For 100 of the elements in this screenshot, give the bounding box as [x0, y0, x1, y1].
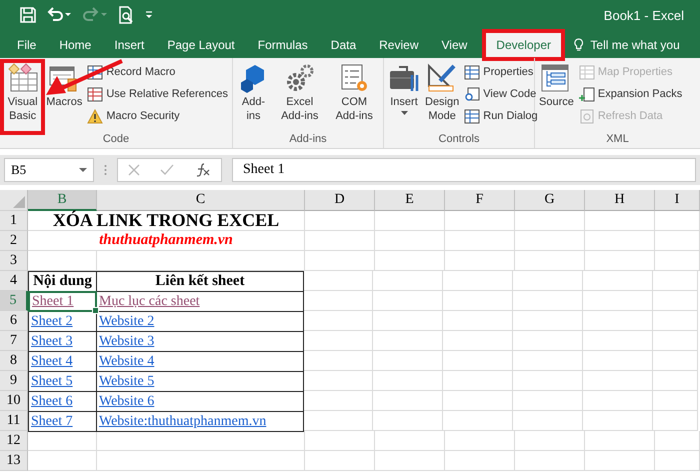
ribbon-button[interactable]: Design Mode — [423, 61, 462, 133]
ribbon-tab[interactable]: Review — [368, 32, 430, 58]
empty-cell[interactable] — [655, 431, 700, 451]
merged-cell[interactable]: XÓA LINK TRONG EXCEL — [28, 211, 305, 231]
row-header[interactable]: 4 — [0, 271, 28, 291]
table-cell[interactable]: Sheet 7 — [28, 411, 97, 432]
empty-cell[interactable] — [443, 311, 513, 331]
empty-cell[interactable] — [375, 431, 445, 451]
empty-cell[interactable] — [443, 371, 513, 391]
empty-cell[interactable] — [445, 251, 515, 271]
hyperlink[interactable]: Website 5 — [99, 374, 154, 390]
empty-cell[interactable] — [583, 411, 653, 431]
ribbon-tab[interactable]: Insert — [103, 32, 156, 58]
empty-cell[interactable] — [445, 431, 515, 451]
formula-field[interactable]: Sheet 1 — [232, 158, 696, 182]
empty-cell[interactable] — [513, 271, 583, 291]
cancel-icon[interactable] — [128, 164, 140, 176]
ribbon-button[interactable]: View Code — [462, 84, 540, 104]
empty-cell[interactable] — [653, 371, 698, 391]
ribbon-tab[interactable]: Home — [48, 32, 102, 58]
empty-cell[interactable] — [445, 231, 515, 251]
empty-cell[interactable] — [443, 331, 513, 351]
ribbon-button[interactable]: COM Add-ins — [327, 61, 381, 133]
customize-dropdown-icon[interactable] — [144, 10, 154, 20]
empty-cell[interactable] — [515, 431, 585, 451]
save-icon[interactable] — [20, 7, 36, 23]
hyperlink[interactable]: Sheet 6 — [31, 394, 73, 410]
empty-cell[interactable] — [653, 271, 698, 291]
hyperlink[interactable]: Sheet 7 — [31, 414, 73, 430]
redo-icon[interactable] — [82, 7, 108, 23]
empty-cell[interactable] — [653, 411, 698, 431]
empty-cell[interactable] — [373, 311, 443, 331]
ribbon-button[interactable]: Source — [537, 61, 576, 133]
empty-cell[interactable] — [585, 231, 655, 251]
ribbon-button[interactable]: Use Relative References — [85, 84, 230, 104]
ribbon-button[interactable]: Macro Security — [85, 106, 230, 126]
row-header[interactable]: 9 — [0, 371, 28, 391]
ribbon-tab[interactable]: View — [430, 32, 478, 58]
table-cell[interactable]: Sheet 1 — [28, 291, 97, 312]
empty-cell[interactable] — [583, 291, 653, 311]
empty-cell[interactable] — [375, 451, 445, 471]
ribbon-button[interactable]: Excel Add-ins — [272, 61, 326, 133]
empty-cell[interactable] — [583, 391, 653, 411]
empty-cell[interactable] — [97, 251, 305, 271]
empty-cell[interactable] — [515, 251, 585, 271]
ribbon-tab[interactable]: Formulas — [246, 32, 319, 58]
empty-cell[interactable] — [583, 271, 653, 291]
empty-cell[interactable] — [373, 271, 443, 291]
empty-cell[interactable] — [305, 251, 375, 271]
empty-cell[interactable] — [305, 431, 375, 451]
ribbon-button[interactable]: Expansion Packs — [576, 84, 684, 104]
empty-cell[interactable] — [443, 411, 513, 431]
hyperlink[interactable]: Sheet 3 — [31, 334, 73, 350]
empty-cell[interactable] — [303, 271, 373, 291]
row-header[interactable]: 10 — [0, 391, 28, 411]
fill-handle[interactable] — [92, 307, 99, 314]
table-cell[interactable]: Website 4 — [96, 351, 304, 372]
column-header[interactable]: F — [445, 190, 515, 211]
empty-cell[interactable] — [375, 231, 445, 251]
empty-cell[interactable] — [653, 311, 698, 331]
empty-cell[interactable] — [653, 391, 698, 411]
empty-cell[interactable] — [443, 391, 513, 411]
empty-cell[interactable] — [303, 311, 373, 331]
table-cell[interactable]: Website 2 — [96, 311, 304, 332]
hyperlink[interactable]: Sheet 1 — [32, 294, 74, 310]
ribbon-button[interactable]: Properties — [462, 62, 540, 82]
empty-cell[interactable] — [443, 291, 513, 311]
ribbon-tab[interactable]: Developer — [485, 32, 562, 58]
row-header[interactable]: 3 — [0, 251, 28, 271]
empty-cell[interactable] — [513, 291, 583, 311]
hyperlink[interactable]: Website 4 — [99, 354, 154, 370]
empty-cell[interactable] — [585, 451, 655, 471]
row-header[interactable]: 5 — [0, 291, 28, 311]
table-cell[interactable]: Website 5 — [96, 371, 304, 392]
empty-cell[interactable] — [373, 371, 443, 391]
hyperlink[interactable]: Mục lục các sheet — [99, 294, 200, 310]
ribbon-tab[interactable]: Data — [320, 32, 368, 58]
empty-cell[interactable] — [443, 271, 513, 291]
row-header[interactable]: 1 — [0, 211, 28, 231]
row-header[interactable]: 13 — [0, 451, 28, 471]
empty-cell[interactable] — [97, 431, 305, 451]
print-preview-icon[interactable] — [118, 6, 134, 24]
empty-cell[interactable] — [515, 231, 585, 251]
column-header[interactable]: I — [655, 190, 700, 211]
empty-cell[interactable] — [373, 391, 443, 411]
table-cell[interactable]: Nội dung — [28, 271, 97, 292]
empty-cell[interactable] — [655, 451, 700, 471]
ribbon-button[interactable]: Add-ins — [235, 61, 272, 133]
tell-me-field[interactable]: Tell me what you — [588, 37, 700, 53]
empty-cell[interactable] — [653, 351, 698, 371]
empty-cell[interactable] — [303, 371, 373, 391]
row-header[interactable]: 11 — [0, 411, 28, 431]
empty-cell[interactable] — [443, 351, 513, 371]
column-header[interactable]: H — [585, 190, 655, 211]
ribbon-tab[interactable]: Page Layout — [156, 32, 246, 58]
empty-cell[interactable] — [653, 331, 698, 351]
empty-cell[interactable] — [583, 311, 653, 331]
row-header[interactable]: 12 — [0, 431, 28, 451]
empty-cell[interactable] — [303, 291, 373, 311]
empty-cell[interactable] — [373, 291, 443, 311]
